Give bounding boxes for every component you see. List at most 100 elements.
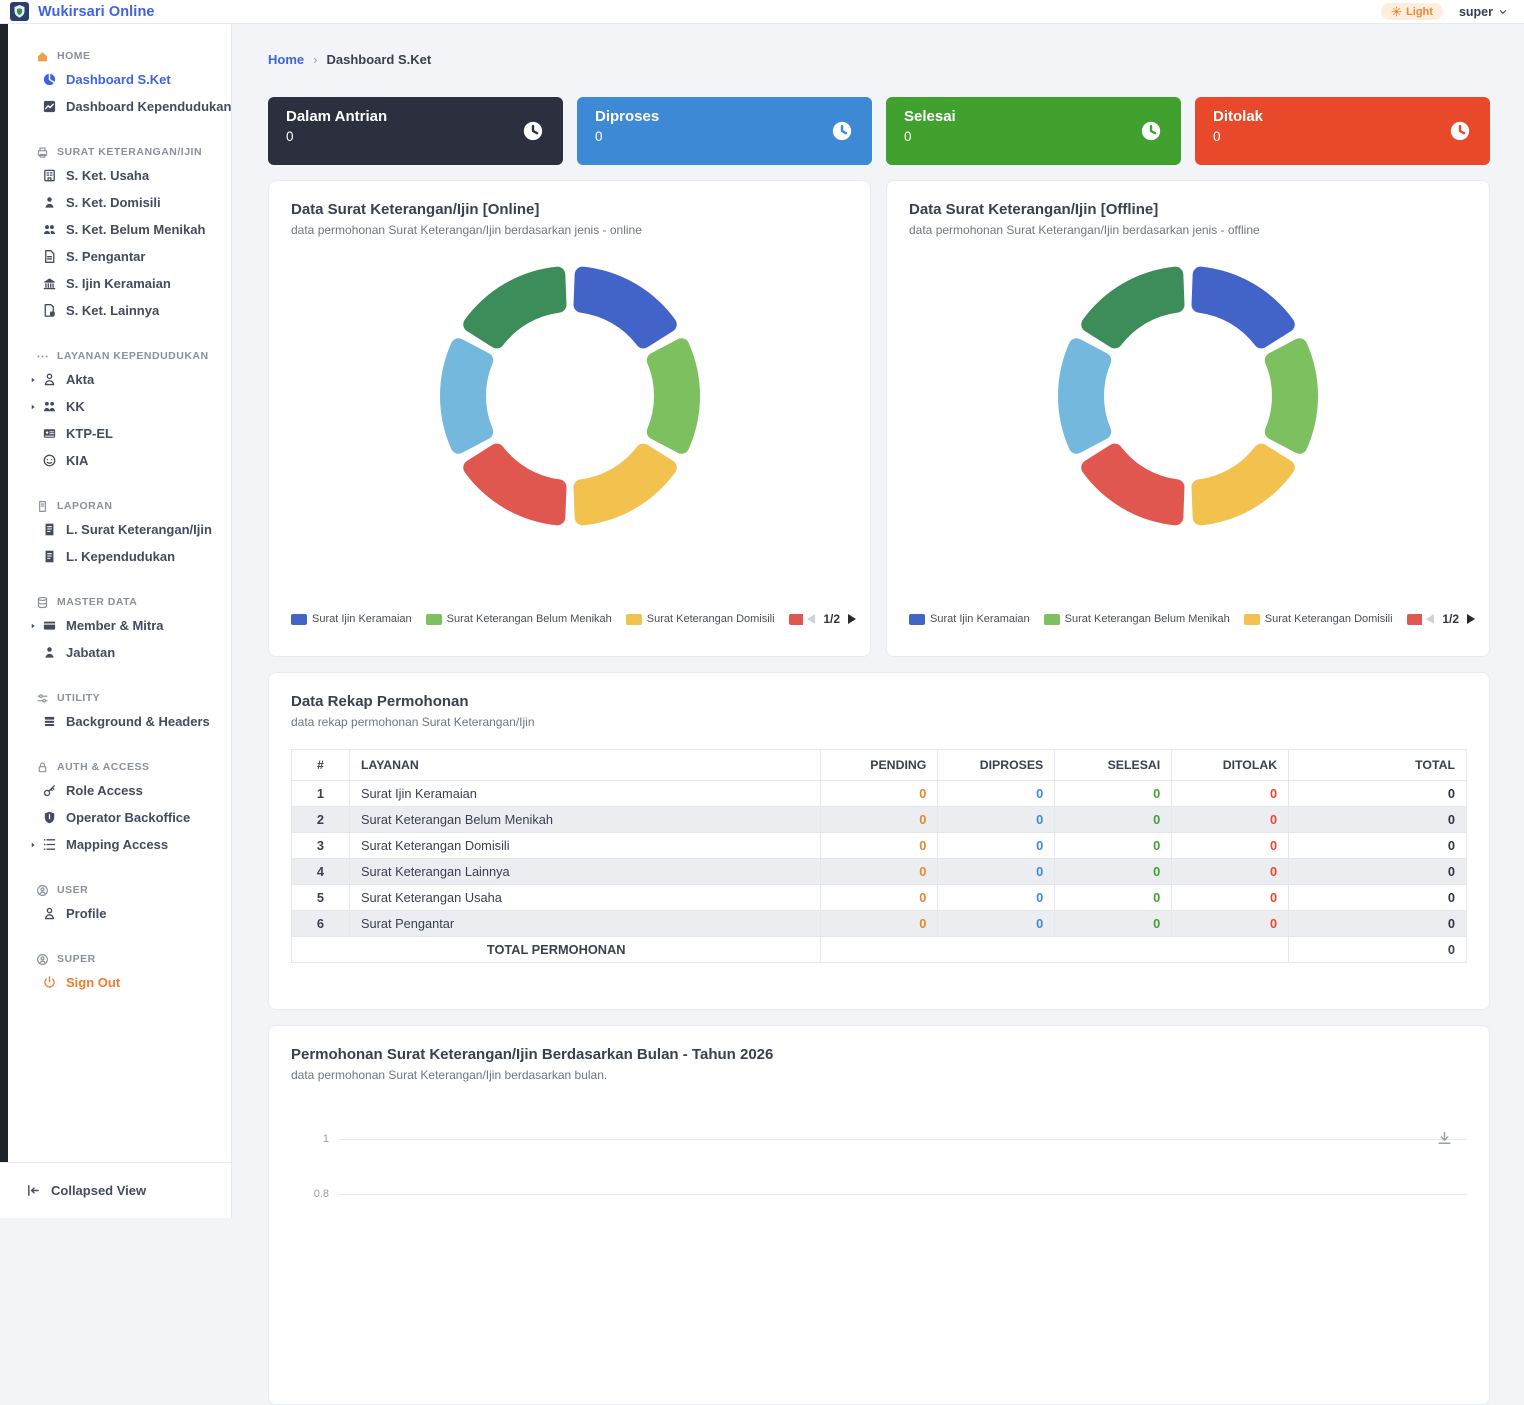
sidebar-item-dashboard-s-ket[interactable]: Dashboard S.Ket — [0, 66, 231, 93]
ditolak-cell: 0 — [1172, 781, 1289, 807]
prev-page-icon[interactable] — [807, 614, 815, 624]
next-page-icon[interactable] — [848, 614, 856, 624]
legend-swatch — [909, 614, 925, 625]
power-icon — [42, 975, 57, 990]
donut-online-title: Data Surat Keterangan/Ijin [Online] — [291, 201, 848, 218]
layanan-cell: Surat Ijin Keramaian — [349, 781, 820, 807]
sidebar-item-jabatan[interactable]: Jabatan — [0, 639, 231, 666]
theme-toggle-button[interactable]: Light — [1381, 3, 1443, 20]
donut-segment-surat-keterangan-domisili[interactable] — [573, 444, 676, 526]
sidebar-item-operator-backoffice[interactable]: Operator Backoffice — [0, 804, 231, 831]
selesai-cell: 0 — [1055, 859, 1172, 885]
legend-item-surat-keterangan-belum-menikah[interactable]: Surat Keterangan Belum Menikah — [426, 613, 612, 625]
total-cell: 0 — [1289, 833, 1467, 859]
donut-offline-subtitle: data permohonan Surat Keterangan/Ijin be… — [909, 223, 1467, 237]
breadcrumb-current: Dashboard S.Ket — [326, 52, 431, 67]
total-cell: 0 — [1289, 885, 1467, 911]
sidebar-item-s-ket-usaha[interactable]: S. Ket. Usaha — [0, 162, 231, 189]
database-icon — [36, 596, 49, 609]
legend-page-label: 1/2 — [1442, 612, 1459, 626]
pending-cell: 0 — [821, 833, 938, 859]
app-logo-image[interactable] — [10, 2, 29, 21]
column-header-selesai: SELESAI — [1055, 750, 1172, 781]
donut-online-subtitle: data permohonan Surat Keterangan/Ijin be… — [291, 223, 848, 237]
donut-segment-surat-keterangan-lainnya[interactable] — [463, 444, 566, 526]
report-doc-icon — [42, 522, 57, 537]
sidebar-item-member-mitra[interactable]: Member & Mitra — [0, 612, 231, 639]
donut-segment-surat-ijin-keramaian[interactable] — [573, 267, 676, 349]
sidebar-item-s-ket-belum-menikah[interactable]: S. Ket. Belum Menikah — [0, 216, 231, 243]
sidebar-item-role-access[interactable]: Role Access — [0, 777, 231, 804]
donut-legend-online: Surat Ijin Keramaian Surat Keterangan Bel… — [291, 605, 856, 633]
donut-segment-surat-keterangan-usaha[interactable] — [439, 338, 492, 453]
monthly-subtitle: data permohonan Surat Keterangan/Ijin be… — [291, 1068, 1467, 1082]
prev-page-icon[interactable] — [1426, 614, 1434, 624]
sidebar-item-l-kependudukan[interactable]: L. Kependudukan — [0, 543, 231, 570]
column-header-layanan: LAYANAN — [349, 750, 820, 781]
donut-segment-surat-ijin-keramaian[interactable] — [1192, 267, 1295, 349]
donut-segment-surat-pengantar[interactable] — [1081, 267, 1184, 349]
download-icon[interactable] — [1436, 1130, 1453, 1147]
table-row-surat-keterangan-belum-menikah: 2Surat Keterangan Belum Menikah00000 — [292, 807, 1467, 833]
sidebar-item-s-pengantar[interactable]: S. Pengantar — [0, 243, 231, 270]
y-axis-tick: 1 — [289, 1133, 329, 1145]
sidebar-item-s-ket-lainnya[interactable]: S. Ket. Lainnya — [0, 297, 231, 324]
donut-segment-surat-keterangan-usaha[interactable] — [1058, 338, 1111, 453]
legend-swatch — [1244, 614, 1260, 625]
next-page-icon[interactable] — [1467, 614, 1475, 624]
sidebar-item-mapping-access[interactable]: Mapping Access — [0, 831, 231, 858]
breadcrumb-home-link[interactable]: Home — [268, 52, 304, 67]
legend-item-surat-keterangan-domisili[interactable]: Surat Keterangan Domisili — [1244, 613, 1393, 625]
bank-icon — [42, 276, 57, 291]
sidebar-item-s-ket-domisili[interactable]: S. Ket. Domisili — [0, 189, 231, 216]
sidebar-section-master-data: MASTER DATA — [0, 592, 231, 612]
donut-segment-surat-keterangan-belum-menikah[interactable] — [1265, 338, 1318, 453]
user-name: super — [1459, 5, 1493, 19]
user-menu[interactable]: super — [1459, 5, 1508, 19]
utility-icon — [36, 692, 49, 705]
sidebar-item-background-headers[interactable]: Background & Headers — [0, 708, 231, 735]
printer-icon — [36, 146, 49, 159]
sidebar-item-kia[interactable]: KIA — [0, 447, 231, 474]
donut-segment-surat-keterangan-domisili[interactable] — [1192, 444, 1295, 526]
sidebar-item-l-surat-keterangan-ijin[interactable]: L. Surat Keterangan/Ijin — [0, 516, 231, 543]
row-number: 3 — [292, 833, 350, 859]
legend-item-surat-keterangan-domisili[interactable]: Surat Keterangan Domisili — [626, 613, 775, 625]
brand-title: Wukirsari Online — [38, 4, 155, 20]
sidebar-item-profile[interactable]: Profile — [0, 900, 231, 927]
legend-item-surat-ijin-keramaian[interactable]: Surat Ijin Keramaian — [291, 613, 412, 625]
monthly-chart-card: Permohonan Surat Keterangan/Ijin Berdasa… — [268, 1025, 1490, 1405]
diproses-cell: 0 — [938, 833, 1055, 859]
top-header: Wukirsari Online Light super — [0, 0, 1524, 24]
column-header-diproses: DIPROSES — [938, 750, 1055, 781]
sidebar-item-ktp-el[interactable]: KTP-EL — [0, 420, 231, 447]
sidebar-scrollbar[interactable] — [0, 24, 8, 1162]
legend-item-surat-ijin-keramaian[interactable]: Surat Ijin Keramaian — [909, 613, 1030, 625]
table-row-surat-pengantar: 6Surat Pengantar00000 — [292, 911, 1467, 937]
donut-segment-surat-pengantar[interactable] — [463, 267, 566, 349]
pending-cell: 0 — [821, 911, 938, 937]
legend-pager: 1/2 — [1426, 612, 1475, 626]
rekap-table: #LAYANANPENDINGDIPROSESSELESAIDITOLAKTOT… — [291, 749, 1467, 963]
donut-segment-surat-keterangan-lainnya[interactable] — [1081, 444, 1184, 526]
legend-item-surat-keterangan-lainnya[interactable]: Surat Keterangan Lainnya — [1407, 613, 1423, 625]
total-cell: 0 — [1289, 807, 1467, 833]
legend-item-surat-keterangan-belum-menikah[interactable]: Surat Keterangan Belum Menikah — [1044, 613, 1230, 625]
ditolak-cell: 0 — [1172, 807, 1289, 833]
legend-swatch — [789, 614, 804, 625]
sidebar-item-dashboard-kependudukan[interactable]: Dashboard Kependudukan — [0, 93, 231, 120]
legend-item-surat-keterangan-lainnya[interactable]: Surat Keterangan Lainnya — [789, 613, 804, 625]
table-row-surat-keterangan-lainnya: 4Surat Keterangan Lainnya00000 — [292, 859, 1467, 885]
sidebar-item-s-ijin-keramaian[interactable]: S. Ijin Keramaian — [0, 270, 231, 297]
collapse-view-button[interactable]: Collapsed View — [0, 1162, 231, 1218]
sidebar-item-sign-out[interactable]: Sign Out — [0, 969, 231, 996]
sidebar-item-akta[interactable]: Akta — [0, 366, 231, 393]
row-number: 1 — [292, 781, 350, 807]
document-badge-icon — [42, 303, 57, 318]
sidebar-item-kk[interactable]: KK — [0, 393, 231, 420]
row-number: 6 — [292, 911, 350, 937]
rekap-card: Data Rekap Permohonan data rekap permoho… — [268, 672, 1490, 1010]
chevron-right-small-icon — [28, 621, 38, 631]
donut-segment-surat-keterangan-belum-menikah[interactable] — [646, 338, 699, 453]
rekap-title: Data Rekap Permohonan — [291, 693, 1467, 710]
